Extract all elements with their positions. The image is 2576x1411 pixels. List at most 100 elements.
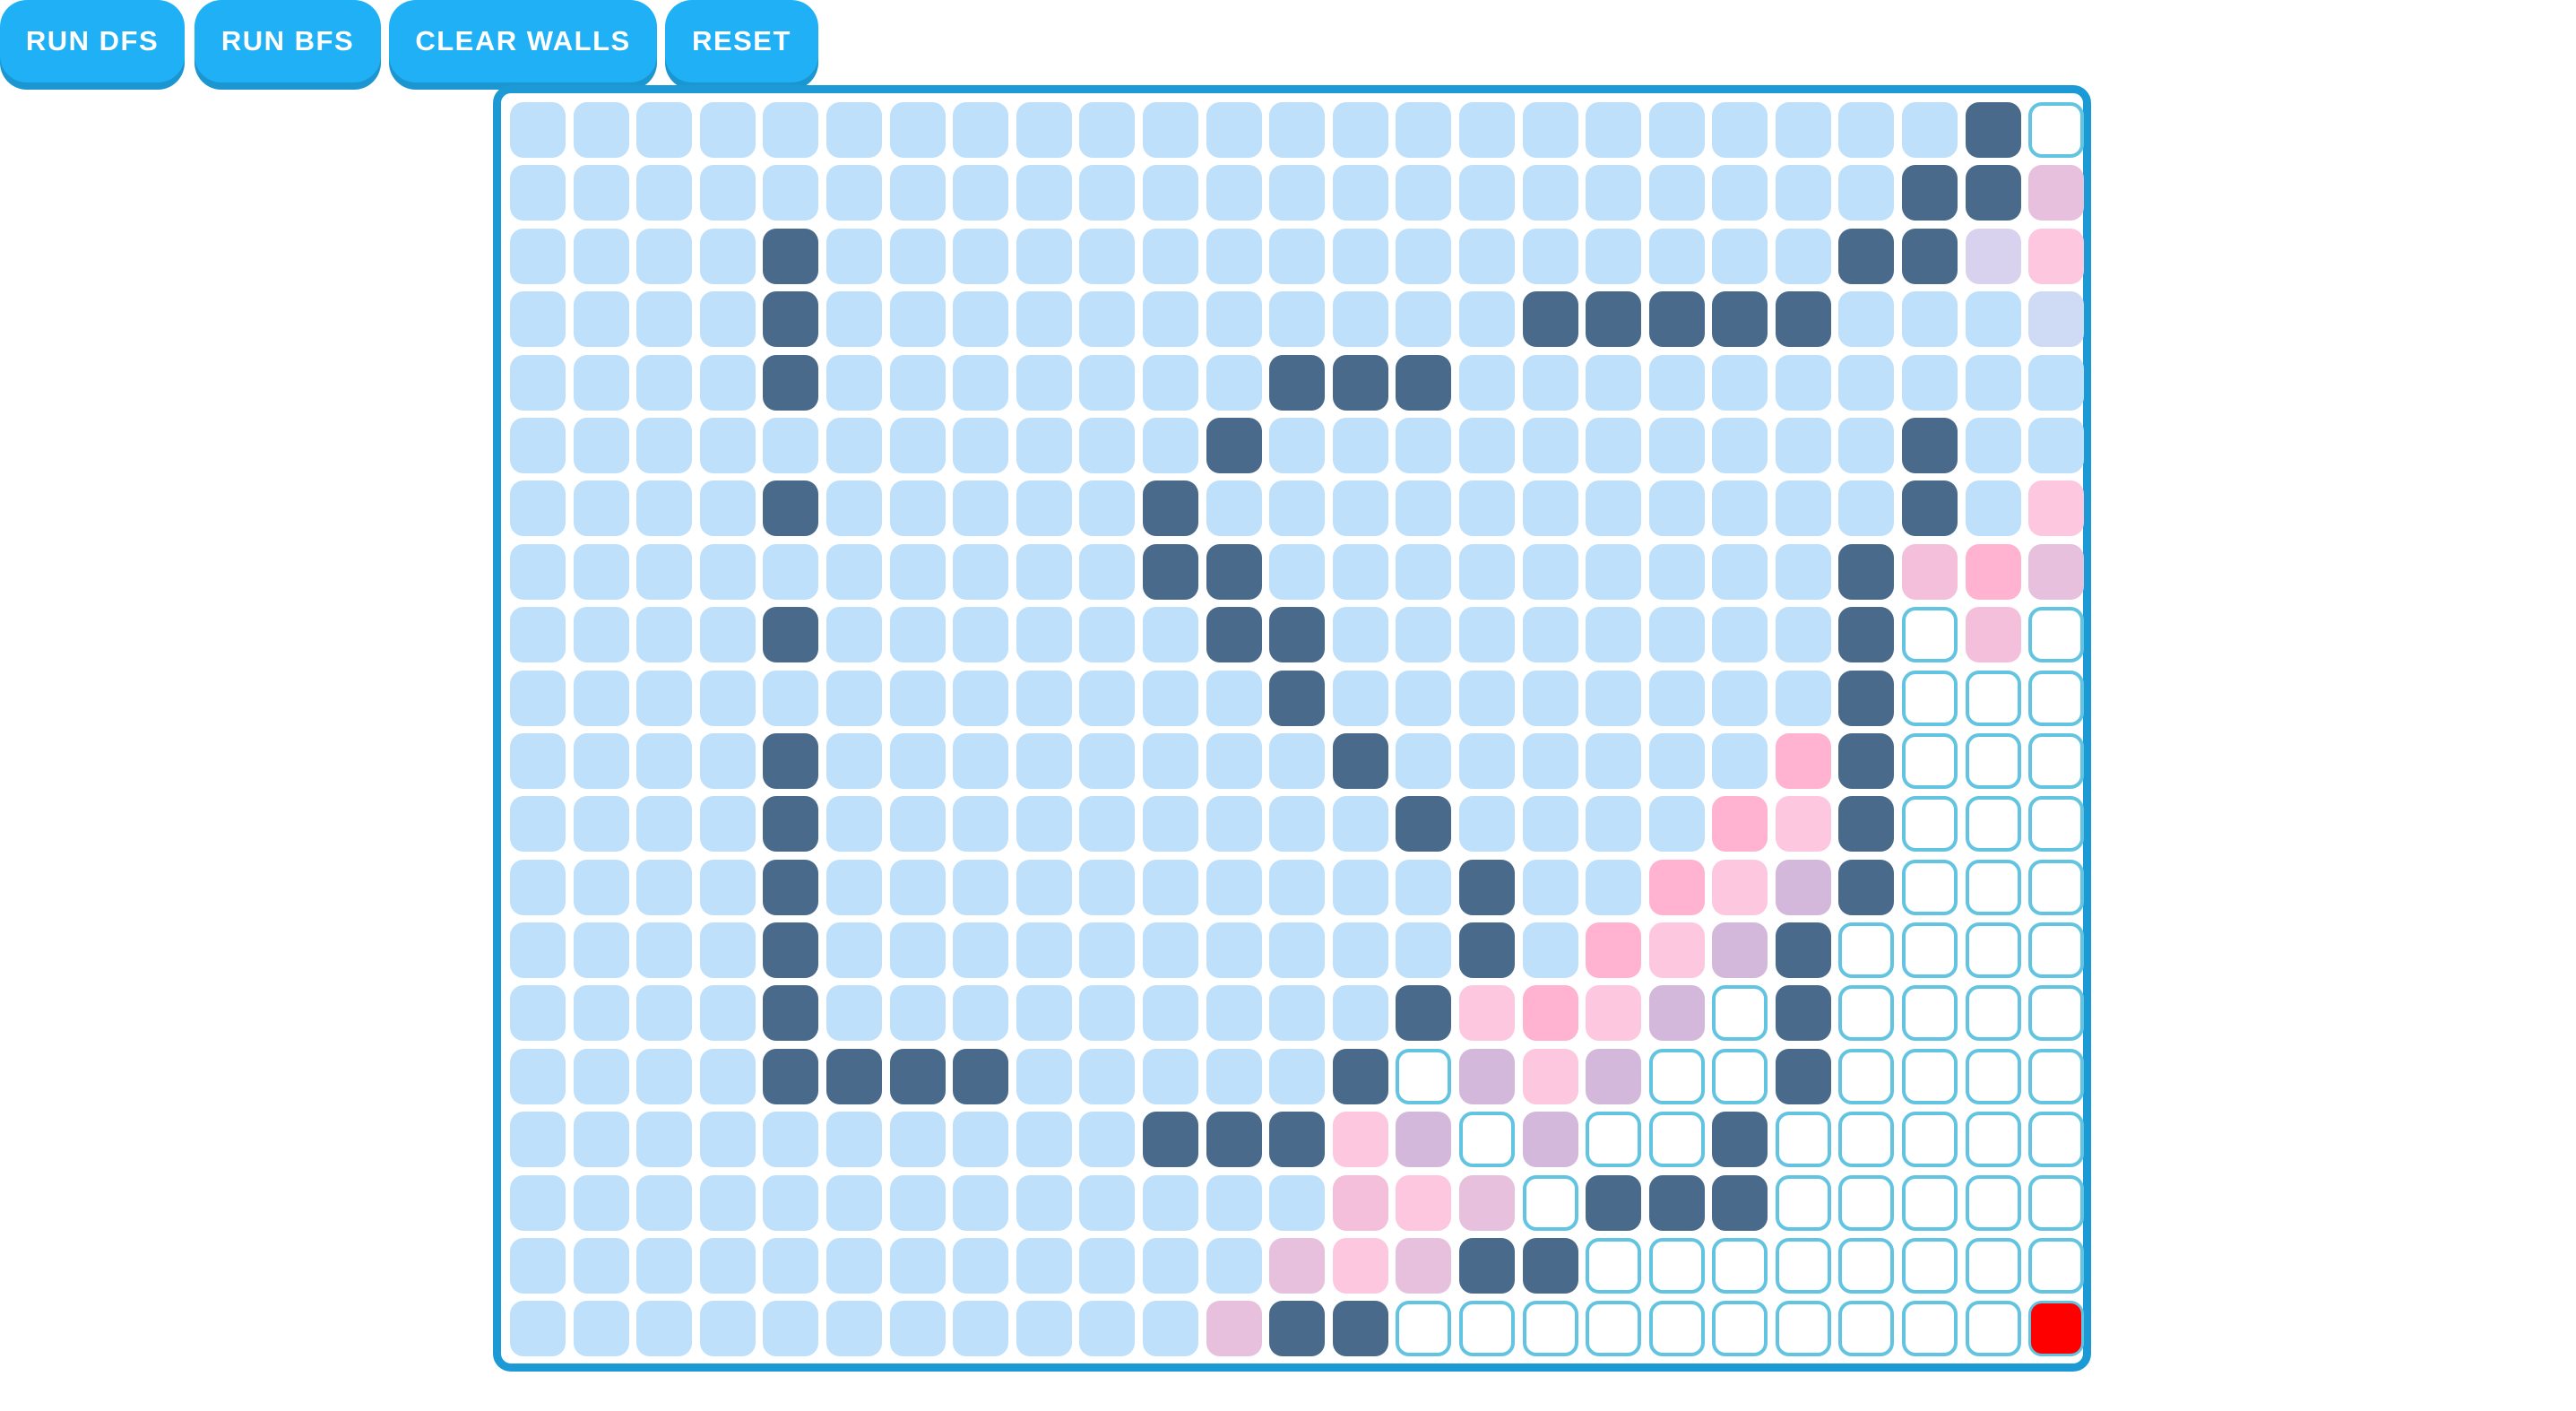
- grid-cell-visited[interactable]: [573, 543, 629, 600]
- grid-cell-visited[interactable]: [1206, 796, 1262, 853]
- grid-cell-unvisited[interactable]: [1838, 985, 1895, 1042]
- grid-cell-wall[interactable]: [763, 354, 819, 411]
- grid-cell-frontier-mauve[interactable]: [1712, 922, 1768, 979]
- grid-cell-visited[interactable]: [1269, 228, 1326, 284]
- grid-cell-visited[interactable]: [826, 354, 882, 411]
- grid-cell-visited[interactable]: [826, 796, 882, 853]
- grid-cell-visited[interactable]: [1269, 922, 1326, 979]
- grid-cell-visited[interactable]: [1902, 354, 1958, 411]
- grid-cell-unvisited[interactable]: [1902, 1048, 1958, 1104]
- grid-cell-frontier-pink-purple[interactable]: [1458, 1174, 1515, 1231]
- grid-cell-visited[interactable]: [1648, 354, 1705, 411]
- grid-cell-visited[interactable]: [826, 607, 882, 663]
- grid-cell-visited[interactable]: [699, 1238, 756, 1294]
- grid-cell-visited[interactable]: [1522, 732, 1578, 789]
- grid-cell-wall[interactable]: [1142, 480, 1198, 537]
- grid-cell-unvisited[interactable]: [1902, 670, 1958, 726]
- grid-cell-unvisited[interactable]: [2028, 796, 2085, 853]
- grid-cell-unvisited[interactable]: [1522, 1301, 1578, 1357]
- grid-cell-visited[interactable]: [763, 1174, 819, 1231]
- grid-cell-wall[interactable]: [763, 985, 819, 1042]
- grid-cell-visited[interactable]: [1269, 543, 1326, 600]
- grid-cell-visited[interactable]: [1079, 480, 1136, 537]
- grid-cell-visited[interactable]: [1522, 796, 1578, 853]
- grid-cell-visited[interactable]: [1775, 670, 1831, 726]
- grid-cell-visited[interactable]: [699, 291, 756, 348]
- grid-cell-visited[interactable]: [1838, 165, 1895, 221]
- grid-cell-visited[interactable]: [573, 417, 629, 473]
- grid-cell-unvisited[interactable]: [1902, 922, 1958, 979]
- grid-cell-target[interactable]: [2028, 1301, 2085, 1357]
- grid-cell-unvisited[interactable]: [1712, 1238, 1768, 1294]
- grid-cell-visited[interactable]: [1079, 417, 1136, 473]
- grid-cell-visited[interactable]: [510, 354, 566, 411]
- grid-cell-visited[interactable]: [1522, 480, 1578, 537]
- grid-cell-visited[interactable]: [1458, 732, 1515, 789]
- grid-cell-visited[interactable]: [889, 922, 946, 979]
- grid-cell-visited[interactable]: [1142, 732, 1198, 789]
- grid-cell-unvisited[interactable]: [1838, 1174, 1895, 1231]
- grid-cell-visited[interactable]: [1079, 796, 1136, 853]
- grid-cell-visited[interactable]: [1269, 291, 1326, 348]
- grid-cell-visited[interactable]: [1712, 732, 1768, 789]
- grid-cell-visited[interactable]: [699, 228, 756, 284]
- grid-cell-visited[interactable]: [953, 796, 1009, 853]
- grid-cell-wall[interactable]: [1332, 354, 1388, 411]
- grid-cell-visited[interactable]: [510, 1174, 566, 1231]
- grid-cell-frontier-strong[interactable]: [1648, 859, 1705, 915]
- grid-cell-wall[interactable]: [1458, 922, 1515, 979]
- grid-cell-frontier-rose[interactable]: [1965, 607, 2021, 663]
- grid-cell-frontier-pink-purple[interactable]: [2028, 165, 2085, 221]
- grid-cell-frontier-pink-purple[interactable]: [1206, 1301, 1262, 1357]
- grid-cell-visited[interactable]: [953, 607, 1009, 663]
- grid-cell-unvisited[interactable]: [2028, 1174, 2085, 1231]
- grid-cell-visited[interactable]: [1648, 796, 1705, 853]
- grid-cell-visited[interactable]: [889, 228, 946, 284]
- grid-cell-visited[interactable]: [636, 1238, 693, 1294]
- grid-cell-visited[interactable]: [1586, 796, 1642, 853]
- grid-cell-visited[interactable]: [1016, 1238, 1072, 1294]
- grid-cell-visited[interactable]: [1586, 859, 1642, 915]
- grid-cell-visited[interactable]: [1269, 1048, 1326, 1104]
- grid-cell-visited[interactable]: [953, 354, 1009, 411]
- grid-cell-visited[interactable]: [1269, 102, 1326, 158]
- grid-cell-unvisited[interactable]: [1458, 1112, 1515, 1168]
- grid-cell-wall[interactable]: [1712, 1112, 1768, 1168]
- grid-cell-unvisited[interactable]: [1965, 732, 2021, 789]
- grid-cell-wall[interactable]: [1775, 985, 1831, 1042]
- grid-cell-wall[interactable]: [1206, 607, 1262, 663]
- grid-cell-visited[interactable]: [1712, 670, 1768, 726]
- grid-cell-visited[interactable]: [889, 417, 946, 473]
- grid-cell-wall[interactable]: [1142, 543, 1198, 600]
- grid-cell-visited[interactable]: [1838, 417, 1895, 473]
- grid-cell-visited[interactable]: [1522, 354, 1578, 411]
- grid-cell-visited[interactable]: [1586, 732, 1642, 789]
- grid-cell-unvisited[interactable]: [1965, 1112, 2021, 1168]
- grid-cell-visited[interactable]: [889, 480, 946, 537]
- grid-cell-wall[interactable]: [1458, 859, 1515, 915]
- grid-cell-wall[interactable]: [1838, 607, 1895, 663]
- grid-cell-unvisited[interactable]: [1965, 796, 2021, 853]
- grid-cell-wall[interactable]: [763, 228, 819, 284]
- grid-cell-wall[interactable]: [763, 1048, 819, 1104]
- grid-cell-unvisited[interactable]: [1712, 1301, 1768, 1357]
- grid-cell-visited[interactable]: [510, 922, 566, 979]
- grid-cell-visited[interactable]: [953, 859, 1009, 915]
- grid-cell-visited[interactable]: [1775, 543, 1831, 600]
- grid-cell-visited[interactable]: [1269, 165, 1326, 221]
- grid-cell-visited[interactable]: [1522, 543, 1578, 600]
- grid-cell-visited[interactable]: [636, 922, 693, 979]
- grid-cell-visited[interactable]: [1838, 102, 1895, 158]
- grid-cell-wall[interactable]: [1838, 670, 1895, 726]
- grid-cell-visited[interactable]: [1332, 417, 1388, 473]
- grid-cell-unvisited[interactable]: [1775, 1112, 1831, 1168]
- grid-cell-visited[interactable]: [1712, 354, 1768, 411]
- grid-cell-visited[interactable]: [1079, 543, 1136, 600]
- grid-cell-visited[interactable]: [1206, 670, 1262, 726]
- grid-cell-visited[interactable]: [1079, 1301, 1136, 1357]
- grid-cell-wall[interactable]: [1206, 543, 1262, 600]
- grid-cell-visited[interactable]: [889, 102, 946, 158]
- grid-cell-unvisited[interactable]: [1586, 1238, 1642, 1294]
- grid-cell-visited[interactable]: [1079, 607, 1136, 663]
- grid-cell-visited[interactable]: [1522, 670, 1578, 726]
